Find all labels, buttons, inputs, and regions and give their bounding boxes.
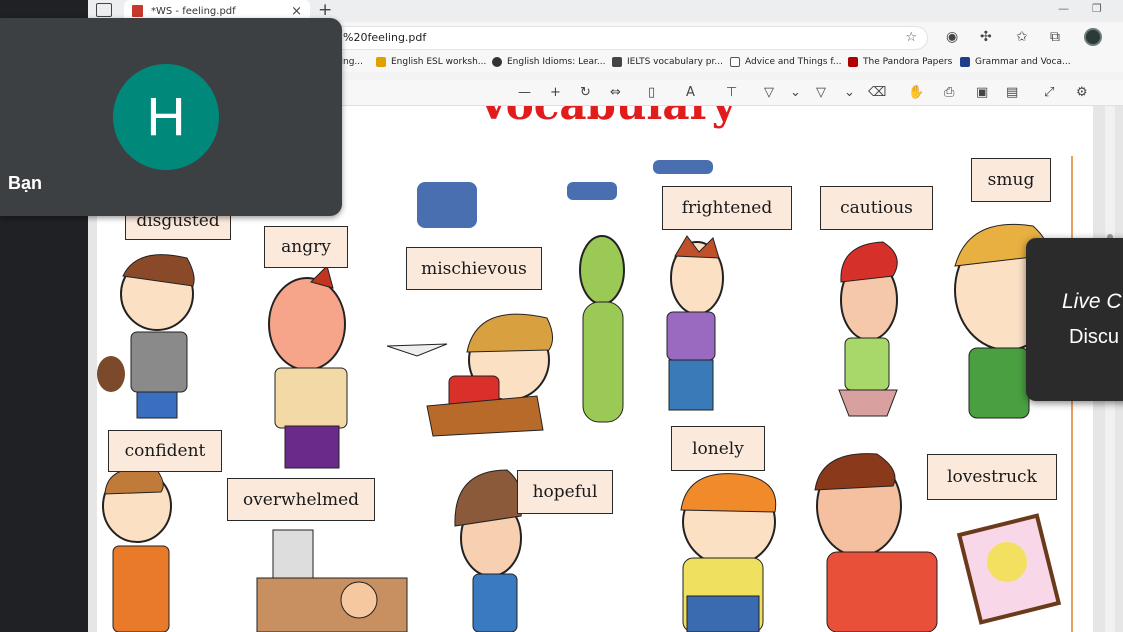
paper-stack [272,529,314,579]
screen: *WS - feeling.pdf × + — ❐ %20feeling.pdf… [0,0,1123,632]
lonely-figure-legs [686,595,760,632]
lovestruck-figure-hair [814,453,896,491]
alien-body [582,301,624,423]
word-hopeful: hopeful [517,470,613,514]
pdf-file-icon [132,5,143,17]
extensions-icon[interactable]: ✣ [980,29,992,45]
cautious-figure-skirt [838,389,898,417]
icij-icon [848,57,858,67]
alien-head [579,235,625,305]
bookmark-item[interactable]: English ESL worksh... [376,57,486,67]
restore-button[interactable]: ❐ [1092,2,1102,15]
save-icon[interactable]: ▣ [976,85,988,100]
word-overwhelmed: overwhelmed [227,478,375,521]
minimize-button[interactable]: — [1058,2,1069,15]
zoom-out-icon[interactable]: — [518,85,531,100]
read-aloud-icon[interactable]: A [686,85,695,100]
hopeful-figure-body [472,573,518,632]
rotate-icon[interactable]: ↻ [580,85,591,100]
picture-frame-girl [987,542,1027,582]
tab-title: *WS - feeling.pdf [151,5,236,17]
url-text: %20feeling.pdf [343,31,427,44]
favorite-star-icon[interactable]: ☆ [905,27,917,49]
word-angry: angry [264,226,348,268]
confident-figure-body [112,545,170,632]
tab-close-icon[interactable]: × [291,4,302,19]
figure-partial-top [567,182,617,200]
confident-figure-hair [104,467,164,495]
participant-name: Bạn [8,173,43,193]
word-lonely: lonely [671,426,765,471]
draw-icon[interactable]: ▽ [764,85,774,100]
favorites-icon[interactable]: ✩ [1016,29,1028,45]
frightened-figure-shirt [666,311,716,361]
paper-plane [386,343,448,357]
call-participant-tile[interactable]: H Bạn [0,18,342,216]
url-field[interactable]: %20feeling.pdf ☆ [328,26,928,50]
zoom-in-icon[interactable]: + [550,85,561,100]
disgusted-figure-body [130,331,188,393]
mischievous-figure-desk [426,395,544,437]
disgusted-figure-legs [136,391,178,419]
lonely-figure-hair [680,473,777,513]
page-view-icon[interactable]: ▯ [648,85,655,100]
figure-partial-top [417,182,477,228]
cautious-figure-hair [840,241,898,283]
eraser-icon[interactable]: ⌫ [868,85,886,100]
hopeful-figure-hair [454,469,523,527]
disgusted-figure-bag [97,356,125,392]
uk-flag-icon [960,57,970,67]
text-box-icon[interactable]: ⊤ [726,85,737,100]
angry-figure-legs [284,425,340,469]
bookmark-item[interactable]: Grammar and Voca... [960,57,1071,67]
live-card-title: Live C [1062,290,1122,313]
live-card-overlay[interactable]: Live C Discu [1026,238,1123,401]
new-tab-button[interactable]: + [318,0,332,20]
bookmark-item[interactable]: The Pandora Papers [848,57,952,67]
bookmark-item[interactable]: IELTS vocabulary pr... [612,57,723,67]
overwhelmed-desk [256,577,408,632]
bookmark-item[interactable]: English Idioms: Lear... [492,57,605,67]
isl-icon [376,57,386,67]
lovestruck-figure-body [826,551,938,632]
print-icon[interactable]: ⎙ [944,85,954,100]
idioms-icon [492,57,502,67]
overwhelmed-figure-head [340,581,378,619]
smug-figure-shirt [968,347,1030,419]
live-card-subtitle: Discu [1069,326,1120,348]
settings-gear-icon[interactable]: ⚙ [1076,85,1088,100]
angry-figure-body [274,367,348,429]
chevron-down-icon[interactable]: ⌄ [844,85,855,100]
word-smug: smug [971,158,1051,202]
fullscreen-icon[interactable]: ⤢ [1044,85,1054,100]
ielts-icon [612,57,622,67]
participant-avatar: H [113,64,219,170]
word-frightened: frightened [662,186,792,230]
copilot-icon[interactable]: ◉ [946,29,958,45]
word-confident: confident [108,430,222,472]
highlight-icon[interactable]: ▽ [816,85,826,100]
collections-icon[interactable]: ⧉ [1050,29,1060,45]
frightened-figure-legs [668,359,714,411]
fit-page-icon[interactable]: ⇔ [610,85,621,100]
word-lovestruck: lovestruck [927,454,1057,500]
angry-figure-head [268,277,346,371]
chevron-down-icon[interactable]: ⌄ [790,85,801,100]
save-as-icon[interactable]: ▤ [1006,85,1018,100]
tab-actions-icon[interactable] [96,3,112,17]
profile-avatar[interactable] [1084,28,1102,46]
word-cautious: cautious [820,186,933,230]
mischievous-figure-hair [466,313,553,353]
cautious-figure-body [844,337,890,391]
bookmark-item[interactable]: Advice and Things f... [730,57,841,67]
figure-partial-top [653,160,713,174]
touch-icon[interactable]: ✋ [908,85,924,100]
word-mischievous: mischievous [406,247,542,290]
page-icon [730,57,740,67]
